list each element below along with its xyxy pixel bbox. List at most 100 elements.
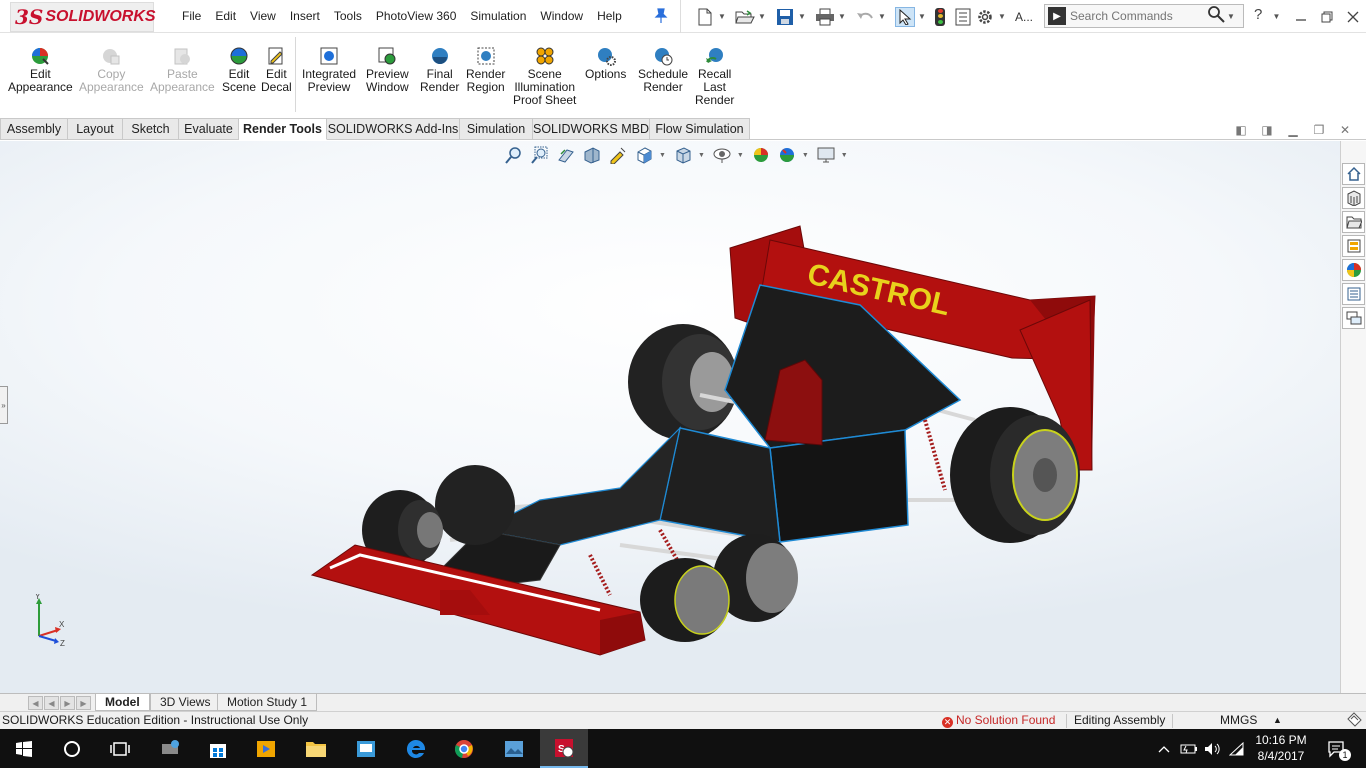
print-icon[interactable] xyxy=(815,7,835,27)
render-options-button[interactable]: Options xyxy=(585,46,626,81)
restore-icon[interactable] xyxy=(1314,0,1340,33)
task-view-icon[interactable] xyxy=(96,729,144,768)
paste-appearance-button[interactable]: Paste Appearance xyxy=(150,46,215,94)
view-orientation-dropdown-icon[interactable]: ▼ xyxy=(659,152,666,159)
first-tab-nav-icon[interactable]: ◀ xyxy=(28,696,43,710)
tab-assembly[interactable]: Assembly xyxy=(0,118,68,140)
hide-show-dropdown-icon[interactable]: ▼ xyxy=(737,152,744,159)
undo-icon[interactable] xyxy=(855,7,875,27)
tab-flow-simulation[interactable]: Flow Simulation xyxy=(650,118,750,140)
apply-scene-dropdown-icon[interactable]: ▼ xyxy=(802,152,809,159)
cortana-search-icon[interactable] xyxy=(48,729,96,768)
taskbar-store-icon[interactable] xyxy=(194,729,242,768)
prev-tab-nav-icon[interactable]: ◀ xyxy=(44,696,59,710)
doc-close-icon[interactable]: ✕ xyxy=(1332,123,1358,137)
edit-scene-button[interactable]: Edit Scene xyxy=(222,46,256,94)
menu-window[interactable]: Window xyxy=(533,0,590,33)
menu-view[interactable]: View xyxy=(243,0,283,33)
menu-photoview-360[interactable]: PhotoView 360 xyxy=(369,0,464,33)
solidworks-resources-home-icon[interactable] xyxy=(1342,163,1365,185)
file-properties-icon[interactable] xyxy=(953,7,973,27)
tab-solidworks-add-ins[interactable]: SOLIDWORKS Add-Ins xyxy=(327,118,460,140)
tab-render-tools[interactable]: Render Tools xyxy=(239,118,327,140)
menu-simulation[interactable]: Simulation xyxy=(463,0,533,33)
menu-help[interactable]: Help xyxy=(590,0,629,33)
new-document-icon[interactable] xyxy=(695,7,715,27)
tile-right-icon[interactable]: ◨ xyxy=(1254,123,1280,137)
show-hidden-icons-icon[interactable] xyxy=(1156,729,1172,768)
display-style-dropdown-icon[interactable]: ▼ xyxy=(698,152,705,159)
undo-dropdown-icon[interactable]: ▼ xyxy=(877,12,887,21)
tab-layout[interactable]: Layout xyxy=(68,118,123,140)
hide-show-items-icon[interactable] xyxy=(711,145,733,165)
apply-scene-icon[interactable] xyxy=(776,145,798,165)
search-dropdown-icon[interactable]: ▼ xyxy=(1227,12,1235,21)
graphics-area[interactable]: CASTROL ▼ ▼ ▼ ▼ ▼ » Y X Z xyxy=(0,141,1340,693)
recall-last-render-button[interactable]: Recall Last Render xyxy=(695,46,734,107)
volume-icon[interactable] xyxy=(1204,729,1222,768)
taskbar-photos-icon[interactable] xyxy=(490,729,538,768)
taskbar-media-player-icon[interactable] xyxy=(242,729,290,768)
dynamic-annotation-icon[interactable] xyxy=(607,145,629,165)
doc-restore-icon[interactable]: ❐ xyxy=(1306,123,1332,137)
integrated-preview-button[interactable]: Integrated Preview xyxy=(302,46,356,94)
taskbar-app-network-icon[interactable] xyxy=(146,729,194,768)
doc-minimize-icon[interactable]: ▁ xyxy=(1280,123,1306,137)
view-orientation-icon[interactable] xyxy=(633,145,655,165)
toolbox-button[interactable]: A... xyxy=(1015,10,1033,24)
new-dropdown-icon[interactable]: ▼ xyxy=(717,12,727,21)
network-wifi-icon[interactable] xyxy=(1228,729,1246,768)
file-explorer-icon[interactable] xyxy=(1342,211,1365,233)
windows-start-icon[interactable] xyxy=(0,729,48,768)
view-palette-icon[interactable] xyxy=(1342,235,1365,257)
previous-view-icon[interactable] xyxy=(555,145,577,165)
search-icon[interactable] xyxy=(1207,5,1225,27)
view-settings-dropdown-icon[interactable]: ▼ xyxy=(841,152,848,159)
view-settings-monitor-icon[interactable] xyxy=(815,145,837,165)
action-center-icon[interactable]: 1 xyxy=(1322,729,1352,768)
next-tab-nav-icon[interactable]: ▶ xyxy=(60,696,75,710)
menu-file[interactable]: File xyxy=(175,0,208,33)
section-view-icon[interactable] xyxy=(581,145,603,165)
help-button[interactable]: ? ▼ xyxy=(1254,6,1280,23)
menu-edit[interactable]: Edit xyxy=(208,0,243,33)
unit-system[interactable]: MMGS xyxy=(1220,712,1257,729)
schedule-render-button[interactable]: Schedule Render xyxy=(638,46,688,94)
taskbar-file-explorer-icon[interactable] xyxy=(292,729,340,768)
taskbar-solidworks-icon[interactable]: S xyxy=(540,729,588,768)
design-library-icon[interactable] xyxy=(1342,187,1365,209)
open-folder-icon[interactable] xyxy=(735,7,755,27)
custom-properties-icon[interactable] xyxy=(1342,283,1365,305)
print-dropdown-icon[interactable]: ▼ xyxy=(837,12,847,21)
zoom-to-fit-icon[interactable] xyxy=(503,145,525,165)
taskbar-app-icon[interactable] xyxy=(342,729,390,768)
select-pointer-icon[interactable] xyxy=(895,6,915,27)
preview-window-button[interactable]: Preview Window xyxy=(366,46,409,94)
menu-insert[interactable]: Insert xyxy=(283,0,327,33)
tab-sketch[interactable]: Sketch xyxy=(123,118,179,140)
taskbar-edge-icon[interactable] xyxy=(392,729,440,768)
render-region-button[interactable]: Render Region xyxy=(466,46,505,94)
final-render-button[interactable]: Final Render xyxy=(420,46,459,94)
options-dropdown-icon[interactable]: ▼ xyxy=(997,12,1007,21)
open-dropdown-icon[interactable]: ▼ xyxy=(757,12,767,21)
feature-manager-collapse-handle[interactable]: » xyxy=(0,386,8,424)
solution-status[interactable]: ✕ No Solution Found xyxy=(942,712,1055,729)
edit-appearance-view-icon[interactable] xyxy=(750,145,772,165)
solidworks-logo[interactable]: 3S SOLIDWORKS xyxy=(10,2,156,32)
close-icon[interactable] xyxy=(1340,0,1366,33)
save-dropdown-icon[interactable]: ▼ xyxy=(797,12,807,21)
formula-car-model[interactable]: CASTROL xyxy=(0,141,1340,693)
tab-model[interactable]: Model xyxy=(95,694,150,711)
menu-tools[interactable]: Tools xyxy=(327,0,369,33)
appearances-scenes-icon[interactable] xyxy=(1342,259,1365,281)
battery-icon[interactable] xyxy=(1180,729,1198,768)
minimize-icon[interactable] xyxy=(1288,0,1314,33)
zoom-to-area-icon[interactable] xyxy=(529,145,551,165)
solidworks-forum-icon[interactable] xyxy=(1342,307,1365,329)
pin-menu-icon[interactable] xyxy=(654,8,668,24)
tab-3d-views[interactable]: 3D Views xyxy=(150,694,221,711)
rebuild-traffic-light-icon[interactable] xyxy=(935,7,945,26)
last-tab-nav-icon[interactable]: ▶ xyxy=(76,696,91,710)
copy-appearance-button[interactable]: Copy Appearance xyxy=(79,46,144,94)
